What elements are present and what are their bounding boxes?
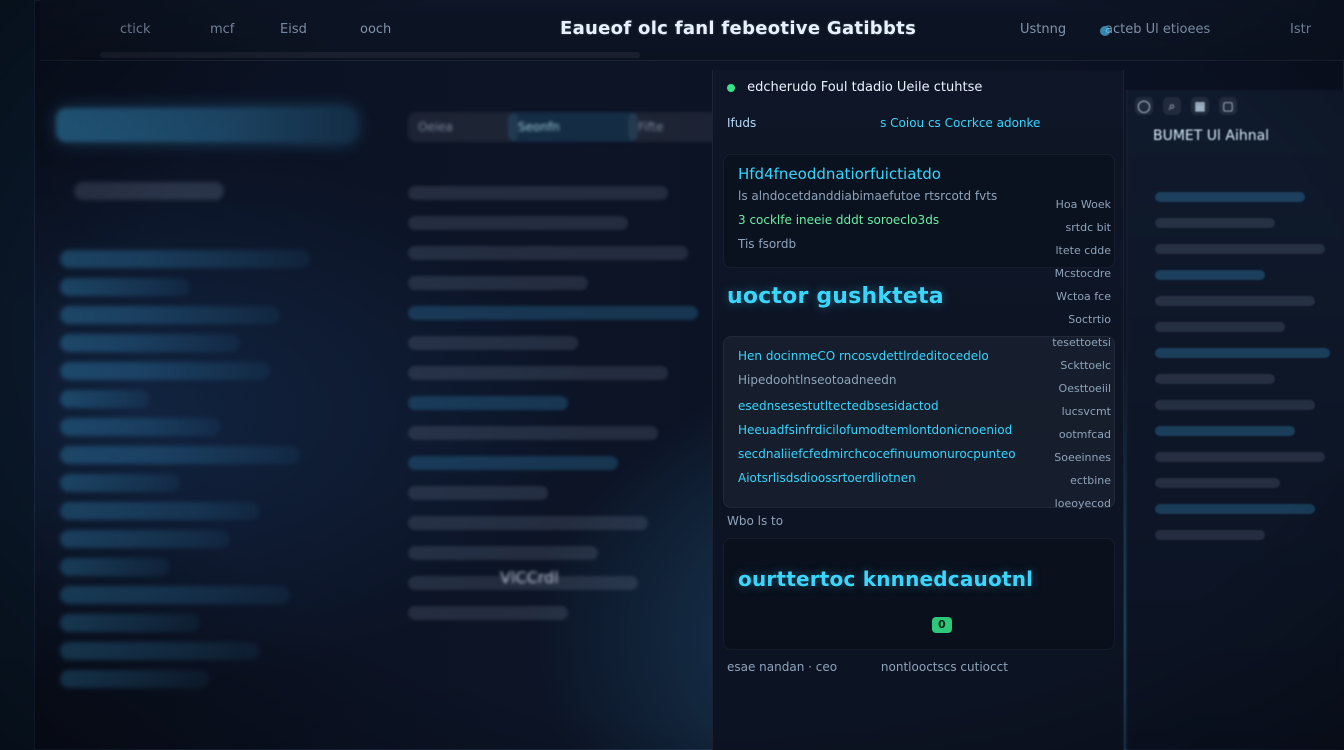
middle-footer-label: VlCCrdl bbox=[500, 568, 559, 587]
top-menu-item-1[interactable]: ctick bbox=[120, 22, 151, 37]
right-ticks: Hoa Woek srtdc bit ltete cdde Mcstocdre … bbox=[1052, 198, 1111, 510]
sidebar-item[interactable] bbox=[60, 614, 200, 632]
list-item[interactable] bbox=[408, 486, 548, 500]
right-row[interactable] bbox=[1155, 530, 1265, 540]
right-row[interactable] bbox=[1155, 374, 1275, 384]
card-2-sub: Hipedoohtlnseotoadneedn bbox=[738, 373, 897, 387]
top-bar: Eaueof olc fanl febeotive Gatibbts ctick… bbox=[40, 0, 1344, 61]
tab-3[interactable]: Fifte bbox=[628, 112, 718, 142]
middle-list bbox=[408, 170, 708, 636]
list-item[interactable] bbox=[408, 246, 688, 260]
right-row[interactable] bbox=[1155, 322, 1285, 332]
card-2-list-2: Heeuadfsinfrdicilofumodtemlontdonicnoeni… bbox=[738, 423, 1013, 437]
sidebar-item[interactable] bbox=[60, 334, 240, 352]
sidebar-list bbox=[60, 240, 380, 698]
card-1-line-3: Tis fsordb bbox=[738, 237, 797, 251]
sidebar-item[interactable] bbox=[60, 586, 290, 604]
right-toolbar: ◯ ⌕ ▦ ▢ bbox=[1135, 94, 1337, 118]
grid-icon[interactable]: ▦ bbox=[1191, 97, 1209, 115]
main-header-text: edcherudo Foul tdadio Ueile ctuhtse bbox=[747, 80, 983, 95]
right-row[interactable] bbox=[1155, 452, 1325, 462]
right-row[interactable] bbox=[1155, 270, 1265, 280]
right-row[interactable] bbox=[1155, 218, 1275, 228]
card-1-title: Hfd4fneoddnatiorfuictiatdo bbox=[738, 165, 941, 183]
main-header: edcherudo Foul tdadio Ueile ctuhtse bbox=[727, 80, 1117, 106]
sidebar-item[interactable] bbox=[60, 362, 270, 380]
sidebar-item[interactable] bbox=[60, 250, 310, 268]
list-item[interactable] bbox=[408, 516, 648, 530]
card-1-line-2: 3 cocklfe ineeie dddt soroeclo3ds bbox=[738, 213, 940, 227]
top-right-item-2[interactable]: acteb Ul etioees bbox=[1105, 22, 1210, 37]
status-dot bbox=[1100, 26, 1110, 36]
top-menu-item-3[interactable]: Eisd bbox=[280, 22, 307, 37]
card-2-line: Hen docinmeCO rncosvdettlrdeditocedelo bbox=[738, 349, 989, 363]
middle-tabs: Oeiea Seonfn Fifte bbox=[408, 112, 718, 142]
list-item[interactable] bbox=[408, 396, 568, 410]
right-panel-title: BUMET Ul Aihnal bbox=[1153, 128, 1270, 144]
list-item[interactable] bbox=[408, 546, 598, 560]
sidebar-item[interactable] bbox=[60, 530, 230, 548]
top-right-item-1[interactable]: Ustnng bbox=[1020, 22, 1066, 37]
right-row[interactable] bbox=[1155, 478, 1280, 488]
list-item[interactable] bbox=[408, 336, 578, 350]
sidebar-item[interactable] bbox=[60, 502, 260, 520]
left-sidebar bbox=[40, 90, 380, 750]
right-row[interactable] bbox=[1155, 400, 1315, 410]
list-item[interactable] bbox=[408, 456, 618, 470]
card-2-list-1: esednsesestutltectedbsesidactod bbox=[738, 399, 939, 413]
sidebar-header bbox=[74, 182, 224, 200]
main-subheader-left: Ifuds bbox=[727, 116, 757, 130]
right-row[interactable] bbox=[1155, 348, 1330, 358]
top-menu-item-4[interactable]: ooch bbox=[360, 22, 391, 37]
list-item[interactable] bbox=[408, 306, 698, 320]
sidebar-item[interactable] bbox=[60, 642, 260, 660]
list-item[interactable] bbox=[408, 216, 628, 230]
right-row[interactable] bbox=[1155, 244, 1325, 254]
sidebar-search-input[interactable] bbox=[56, 108, 356, 142]
search-icon[interactable]: ⌕ bbox=[1163, 97, 1181, 115]
tab-2[interactable]: Seonfn bbox=[508, 112, 638, 142]
sidebar-item[interactable] bbox=[60, 474, 180, 492]
right-row[interactable] bbox=[1155, 296, 1315, 306]
card-2-list-4: Aiotsrlisdsdioossrtoerdliotnen bbox=[738, 471, 916, 485]
right-panel: ◯ ⌕ ▦ ▢ BUMET Ul Aihnal bbox=[1126, 90, 1344, 750]
small-label: Wbo ls to bbox=[727, 514, 784, 528]
sidebar-item[interactable] bbox=[60, 558, 170, 576]
app-title: Eaueof olc fanl febeotive Gatibbts bbox=[560, 18, 917, 39]
list-item[interactable] bbox=[408, 426, 658, 440]
user-icon[interactable]: ◯ bbox=[1135, 97, 1153, 115]
sidebar-item[interactable] bbox=[60, 446, 300, 464]
list-item[interactable] bbox=[408, 606, 568, 620]
list-item[interactable] bbox=[408, 366, 668, 380]
main-subheader-right: s Coiou cs Cocrkce adonke bbox=[880, 116, 1041, 130]
sidebar-item[interactable] bbox=[60, 670, 210, 688]
list-item[interactable] bbox=[408, 276, 588, 290]
online-dot bbox=[727, 83, 735, 92]
top-right-item-3[interactable]: Istr bbox=[1290, 22, 1311, 37]
main-footer: esae nandan · ceo nontlooctscs cutiocct bbox=[727, 660, 1008, 674]
card-2-list-3: secdnaliiefcfedmirchcocefinuumonurocpunt… bbox=[738, 447, 1016, 461]
list-item[interactable] bbox=[408, 186, 668, 200]
card-1-line: ls alndocetdanddiabimaefutoe rtsrcotd fv… bbox=[738, 189, 998, 203]
main-big-title-2: ourttertoc knnnedcauotnl bbox=[738, 567, 1034, 591]
right-list bbox=[1155, 176, 1335, 556]
main-detail-pane: edcherudo Foul tdadio Ueile ctuhtse Ifud… bbox=[712, 70, 1124, 750]
tab-1[interactable]: Oeiea bbox=[408, 112, 518, 142]
main-subheader: Ifuds s Coiou cs Cocrkce adonke bbox=[727, 116, 1117, 138]
middle-panel: Oeiea Seonfn Fifte VlCCrdl bbox=[380, 90, 718, 750]
sidebar-item[interactable] bbox=[60, 306, 280, 324]
window-icon[interactable]: ▢ bbox=[1219, 97, 1237, 115]
top-menu-item-2[interactable]: mcf bbox=[210, 22, 234, 37]
sidebar-item[interactable] bbox=[60, 390, 150, 408]
main-card-3: ourttertoc knnnedcauotnl 0 bbox=[723, 538, 1115, 650]
right-row[interactable] bbox=[1155, 192, 1305, 202]
right-row[interactable] bbox=[1155, 504, 1315, 514]
sidebar-item[interactable] bbox=[60, 418, 220, 436]
main-big-title-1: uoctor gushkteta bbox=[727, 284, 944, 309]
right-row[interactable] bbox=[1155, 426, 1295, 436]
top-strip bbox=[100, 52, 640, 58]
sidebar-item[interactable] bbox=[60, 278, 190, 296]
status-chip: 0 bbox=[932, 617, 952, 633]
